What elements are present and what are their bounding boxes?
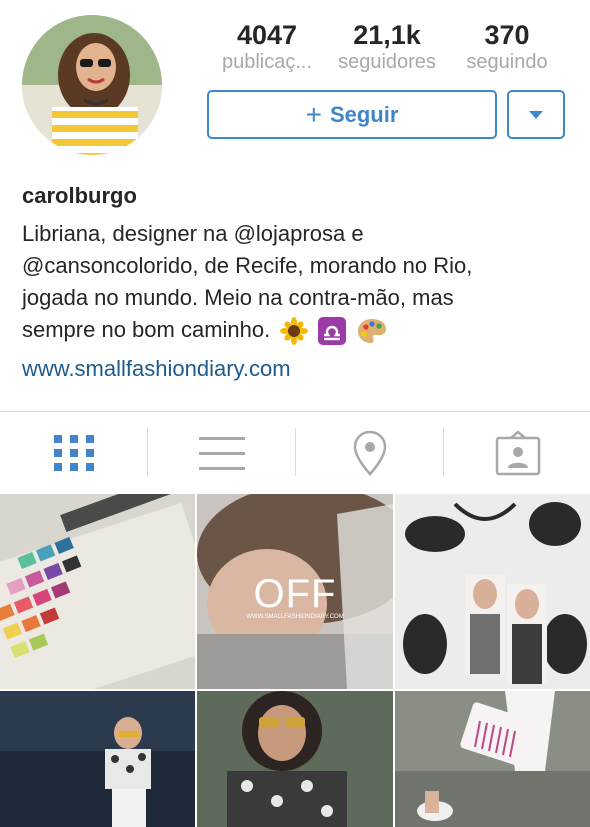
sunflower-icon bbox=[280, 317, 309, 346]
profile-avatar[interactable] bbox=[22, 15, 162, 155]
post-thumbnail[interactable] bbox=[395, 691, 590, 827]
list-icon bbox=[198, 437, 245, 470]
profile-stats: 4047 publicaç... 21,1k seguidores 370 se… bbox=[207, 20, 567, 80]
follow-button[interactable]: + Seguir bbox=[207, 90, 497, 139]
tab-tagged[interactable] bbox=[444, 412, 590, 494]
post-thumbnail[interactable] bbox=[0, 494, 195, 689]
post-image bbox=[0, 691, 195, 827]
tab-location[interactable] bbox=[296, 412, 443, 494]
stat-following-value: 370 bbox=[484, 20, 530, 50]
stat-followers-label: seguidores bbox=[338, 51, 436, 73]
stat-followers[interactable]: 21,1k seguidores bbox=[327, 20, 447, 74]
profile-username: carolburgo bbox=[22, 183, 137, 208]
suggestions-dropdown-button[interactable] bbox=[507, 90, 565, 139]
avatar-photo bbox=[22, 15, 162, 155]
post-thumbnail[interactable] bbox=[0, 691, 195, 827]
profile-bio: Libriana, designer na @lojaprosa e @cans… bbox=[22, 218, 582, 346]
grid-icon bbox=[53, 435, 94, 471]
follow-button-label: Seguir bbox=[329, 101, 399, 127]
bio-line-last: sempre no bom caminho. bbox=[22, 314, 582, 346]
bio-line: jogada no mundo. Meio na contra-mão, mas bbox=[22, 285, 454, 310]
post-overlay-caption: WWW.SMALLFASHIONDIARY.COM bbox=[246, 614, 344, 620]
triangle-down-icon bbox=[529, 110, 543, 119]
profile-view-tabs bbox=[0, 412, 590, 494]
profile-website-link[interactable]: www.smallfashiondiary.com bbox=[22, 356, 291, 382]
libra-sign-icon bbox=[318, 317, 347, 346]
stat-posts-value: 4047 bbox=[236, 20, 298, 50]
posts-grid: OFF WWW.SMALLFASHIONDIARY.COM bbox=[0, 494, 590, 827]
post-image bbox=[0, 494, 195, 689]
plus-icon: + bbox=[305, 98, 322, 130]
artist-palette-icon bbox=[357, 319, 386, 344]
stat-posts-label: publicaç... bbox=[221, 51, 313, 73]
post-thumbnail[interactable]: OFF WWW.SMALLFASHIONDIARY.COM bbox=[197, 494, 393, 689]
stat-following-label: seguindo bbox=[466, 51, 548, 73]
post-image bbox=[395, 494, 590, 689]
bio-line: Libriana, designer na @lojaprosa e bbox=[22, 221, 364, 246]
tagged-person-icon bbox=[495, 430, 540, 476]
bio-line: @cansoncolorido, de Recife, morando no R… bbox=[22, 253, 473, 278]
post-image bbox=[395, 691, 590, 827]
location-pin-icon bbox=[353, 430, 386, 476]
tab-list[interactable] bbox=[148, 412, 295, 494]
stat-following[interactable]: 370 seguindo bbox=[447, 20, 567, 74]
stat-posts[interactable]: 4047 publicaç... bbox=[207, 20, 327, 74]
post-thumbnail[interactable] bbox=[197, 691, 393, 827]
stat-followers-value: 21,1k bbox=[353, 20, 421, 50]
post-image bbox=[197, 691, 393, 827]
bio-line-text: sempre no bom caminho. bbox=[22, 317, 271, 342]
post-overlay-text: OFF bbox=[253, 572, 337, 616]
tab-grid[interactable] bbox=[0, 412, 147, 494]
post-thumbnail[interactable] bbox=[395, 494, 590, 689]
